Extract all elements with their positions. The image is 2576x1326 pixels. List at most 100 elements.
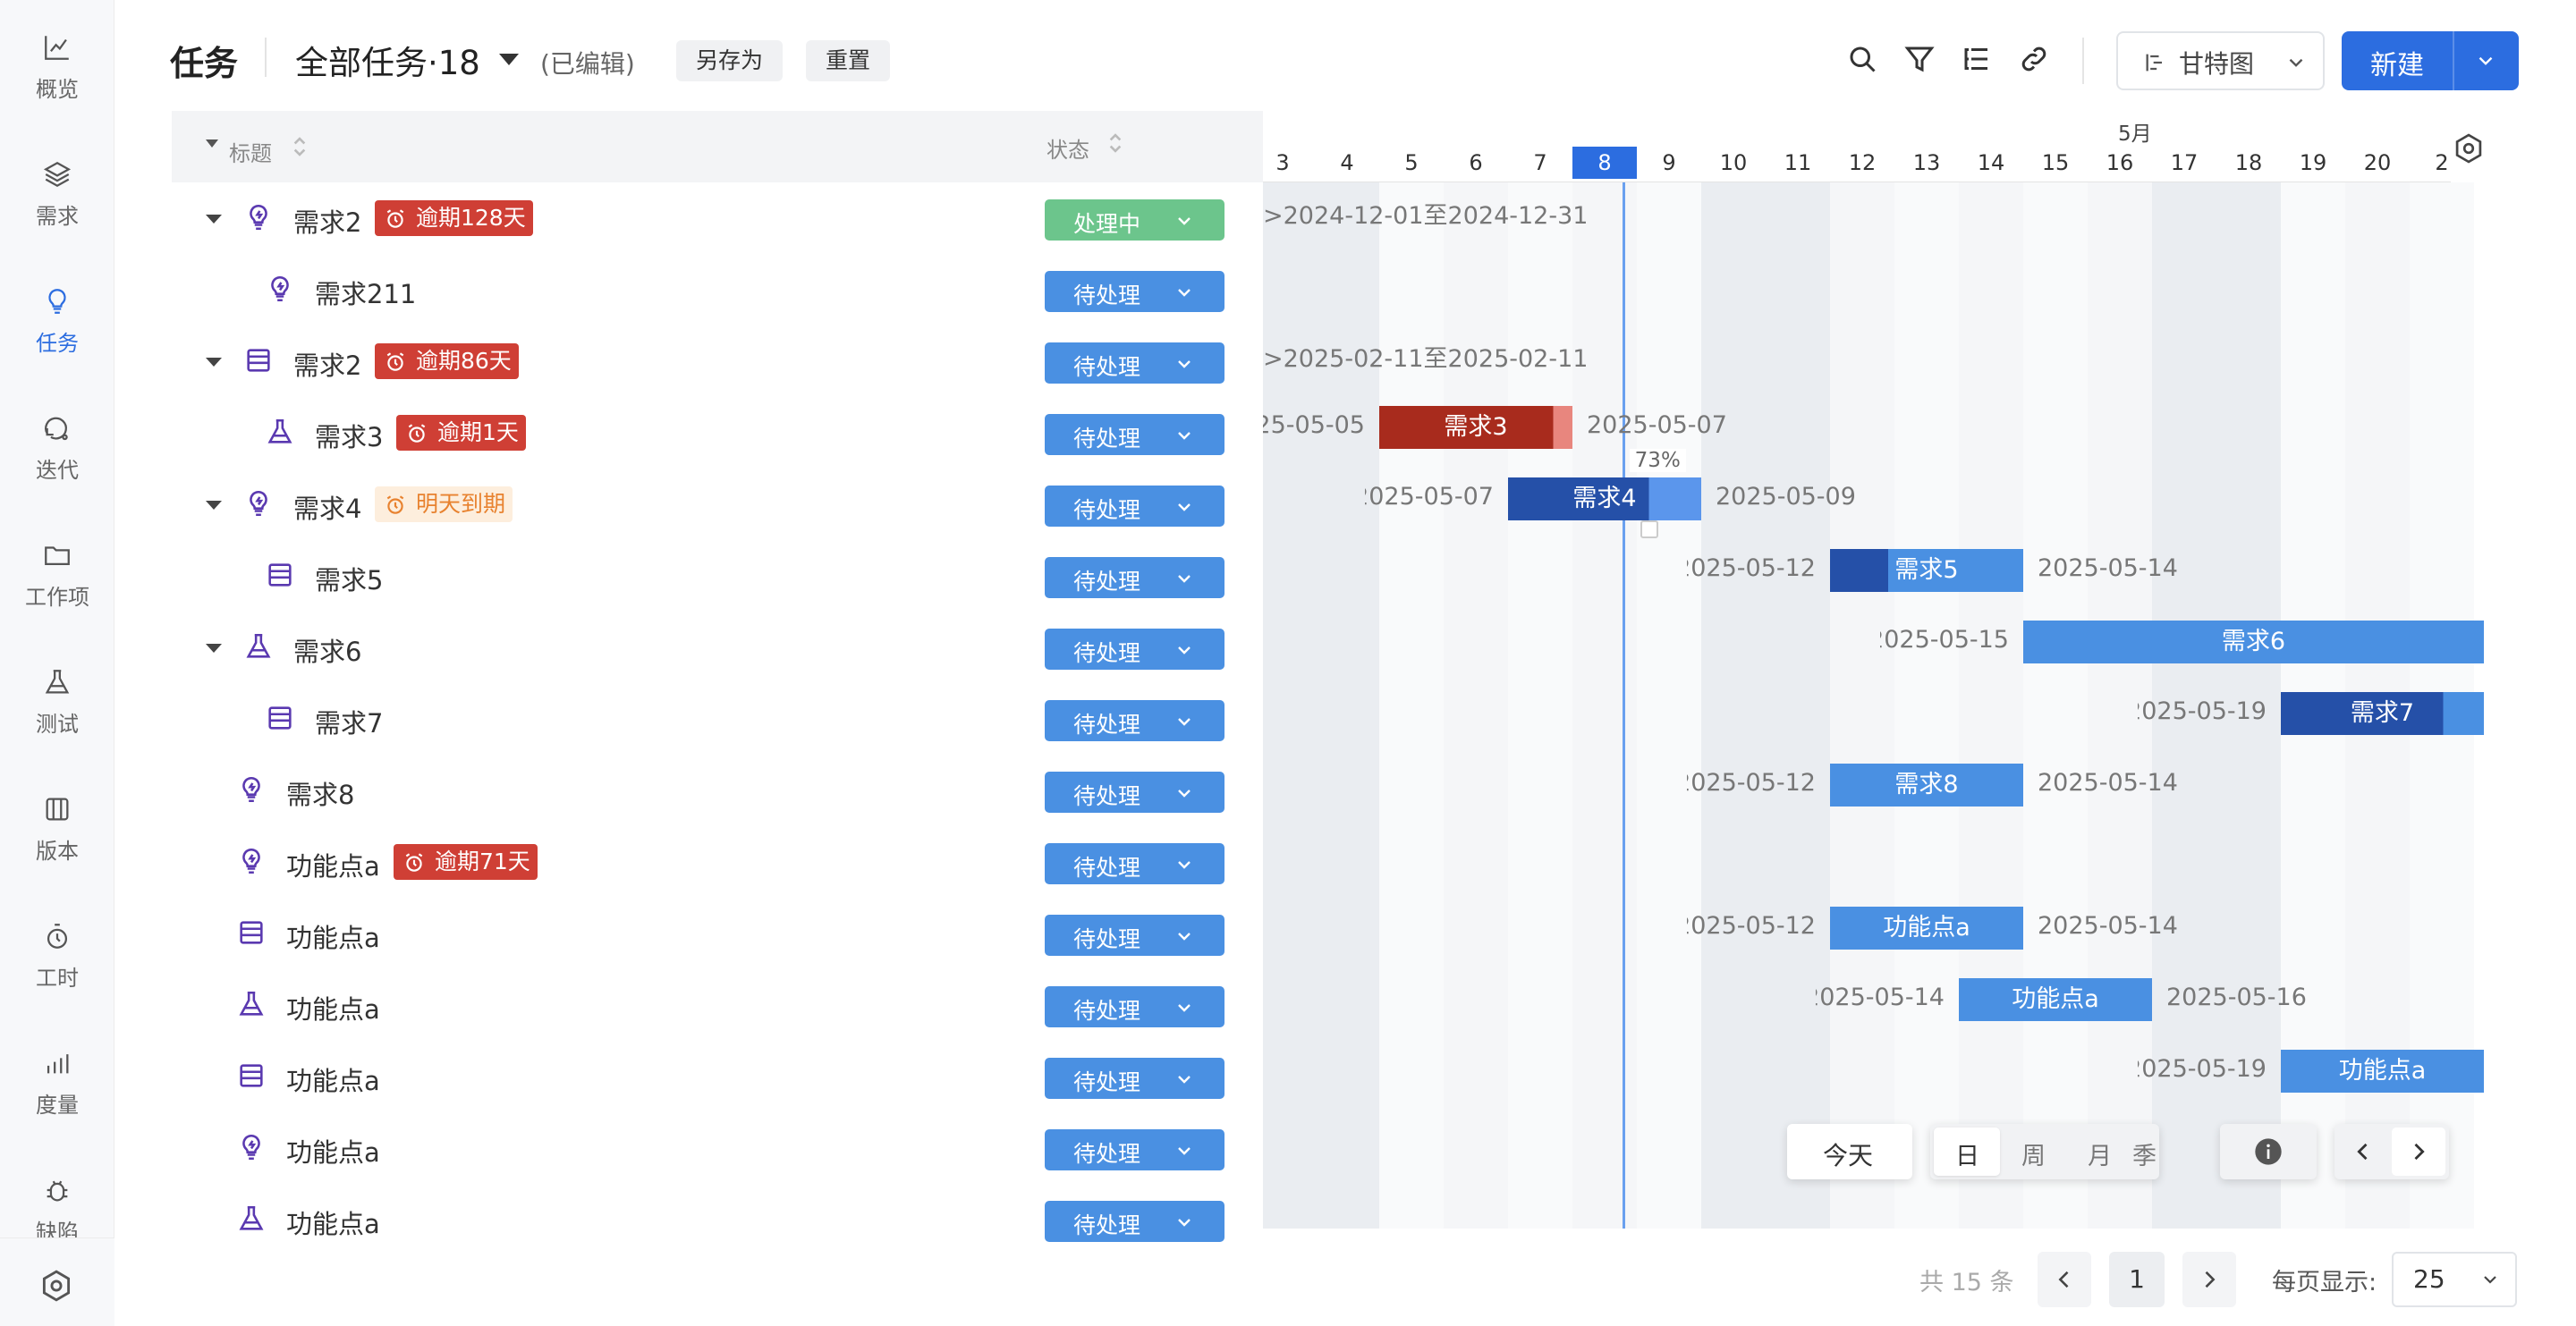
gantt-bar[interactable]: 功能点a	[1830, 907, 2023, 950]
status-dropdown[interactable]: 待处理	[1045, 986, 1224, 1027]
sidebar-item-metrics[interactable]: 度量	[0, 1048, 114, 1155]
status-dropdown[interactable]: 待处理	[1045, 1201, 1224, 1242]
sidebar-item-workitems[interactable]: 工作项	[0, 540, 114, 647]
scale-quarter[interactable]: 季	[2132, 1136, 2157, 1171]
expand-caret-icon[interactable]	[206, 358, 222, 367]
scale-month[interactable]: 月	[2088, 1136, 2112, 1171]
table-row[interactable]: 需求2 逾期86天 待处理	[172, 325, 1263, 397]
expand-caret-icon[interactable]	[206, 644, 222, 653]
sidebar-item-worktime[interactable]: 工时	[0, 921, 114, 1028]
table-row[interactable]: 需求211 待处理	[172, 254, 1263, 325]
prev-page-button[interactable]	[2038, 1252, 2091, 1307]
per-page-select[interactable]: 25	[2392, 1252, 2517, 1307]
progress-drag-handle[interactable]	[1640, 520, 1658, 538]
chevron-left-icon[interactable]	[2351, 1139, 2376, 1164]
status-dropdown[interactable]: 待处理	[1045, 486, 1224, 527]
table-row[interactable]: 需求4 明天到期 待处理	[172, 469, 1263, 540]
table-row[interactable]: 功能点a 待处理	[172, 898, 1263, 969]
table-row[interactable]: 需求5 待处理	[172, 540, 1263, 612]
sidebar-item-overview[interactable]: 概览	[0, 32, 114, 139]
task-title[interactable]: 功能点a	[286, 1060, 380, 1098]
task-title[interactable]: 功能点a	[286, 989, 380, 1026]
sidebar-item-version[interactable]: 版本	[0, 794, 114, 901]
task-title[interactable]: 需求3	[315, 417, 383, 454]
table-row[interactable]: 功能点a 待处理	[172, 1041, 1263, 1112]
hex-gear-icon[interactable]	[39, 1269, 73, 1303]
sidebar-item-tasks[interactable]: 任务	[0, 286, 114, 393]
table-row[interactable]: 功能点a 待处理	[172, 1184, 1263, 1255]
sort-icon[interactable]	[290, 132, 309, 161]
chevron-down-icon[interactable]	[2474, 49, 2497, 72]
info-button[interactable]	[2220, 1124, 2317, 1179]
gantt-range-text[interactable]: >2024-12-01至2024-12-31	[1263, 196, 1588, 231]
task-title[interactable]: 需求211	[315, 274, 416, 311]
table-row[interactable]: 需求2 逾期128天 处理中	[172, 182, 1263, 254]
sidebar-item-iteration[interactable]: 迭代	[0, 413, 114, 520]
status-dropdown[interactable]: 待处理	[1045, 414, 1224, 455]
gantt-bar[interactable]: 需求7	[2281, 692, 2484, 735]
status-dropdown[interactable]: 待处理	[1045, 557, 1224, 598]
gantt-range-text[interactable]: >2025-02-11至2025-02-11	[1263, 339, 1588, 374]
save-as-button[interactable]: 另存为	[676, 40, 784, 81]
task-title[interactable]: 功能点a	[286, 1204, 380, 1241]
view-select[interactable]: 甘特图	[2116, 31, 2325, 90]
gantt-bar[interactable]: 需求4	[1508, 477, 1701, 520]
column-header-title[interactable]: 标题	[229, 136, 272, 167]
status-dropdown[interactable]: 待处理	[1045, 629, 1224, 670]
status-dropdown[interactable]: 待处理	[1045, 1058, 1224, 1099]
table-row[interactable]: 功能点a 待处理	[172, 969, 1263, 1041]
expand-caret-icon[interactable]	[206, 501, 222, 510]
filter-name[interactable]: 全部任务·18	[295, 36, 480, 84]
status-dropdown[interactable]: 待处理	[1045, 843, 1224, 884]
table-row[interactable]: 需求8 待处理	[172, 755, 1263, 826]
gantt-bar[interactable]: 需求3	[1379, 406, 1572, 449]
expand-caret-icon[interactable]	[206, 215, 222, 224]
list-settings-icon[interactable]	[1961, 43, 1993, 75]
sort-icon[interactable]	[1106, 129, 1125, 157]
sidebar-item-testing[interactable]: 测试	[0, 667, 114, 774]
sidebar-item-defects[interactable]: 缺陷	[0, 1175, 114, 1246]
status-dropdown[interactable]: 待处理	[1045, 700, 1224, 741]
new-button[interactable]: 新建	[2342, 31, 2519, 90]
task-title[interactable]: 需求8	[286, 774, 354, 812]
status-dropdown[interactable]: 待处理	[1045, 915, 1224, 956]
caret-down-icon[interactable]	[206, 139, 218, 148]
table-row[interactable]: 需求7 待处理	[172, 683, 1263, 755]
status-dropdown[interactable]: 处理中	[1045, 199, 1224, 241]
scale-day[interactable]: 日	[1955, 1136, 1979, 1171]
link-icon[interactable]	[2018, 43, 2050, 75]
search-icon[interactable]	[1846, 43, 1878, 75]
task-title[interactable]: 需求2	[293, 202, 361, 240]
scale-week[interactable]: 周	[2021, 1136, 2046, 1171]
chevron-right-icon[interactable]	[2406, 1139, 2431, 1164]
gantt-bar[interactable]: 功能点a	[2281, 1050, 2484, 1093]
task-title[interactable]: 需求4	[293, 488, 361, 526]
caret-down-icon[interactable]	[499, 54, 519, 65]
gantt-bar[interactable]: 功能点a	[1959, 978, 2152, 1021]
filter-icon[interactable]	[1903, 43, 1936, 75]
status-dropdown[interactable]: 待处理	[1045, 772, 1224, 813]
gantt-bar[interactable]: 需求6	[2023, 621, 2484, 663]
page-number-button[interactable]: 1	[2109, 1252, 2165, 1307]
status-dropdown[interactable]: 待处理	[1045, 1129, 1224, 1170]
reset-button[interactable]: 重置	[806, 40, 891, 81]
task-title[interactable]: 需求2	[293, 345, 361, 383]
task-title[interactable]: 功能点a	[286, 846, 380, 883]
status-dropdown[interactable]: 待处理	[1045, 342, 1224, 384]
table-row[interactable]: 功能点a 逾期71天 待处理	[172, 826, 1263, 898]
gantt-settings-icon[interactable]	[2453, 132, 2485, 165]
sidebar-item-requirements[interactable]: 需求	[0, 159, 114, 266]
table-row[interactable]: 需求6 待处理	[172, 612, 1263, 683]
status-dropdown[interactable]: 待处理	[1045, 271, 1224, 312]
today-button[interactable]: 今天	[1787, 1124, 1912, 1179]
gantt-bar[interactable]: 需求8	[1830, 764, 2023, 807]
task-title[interactable]: 功能点a	[286, 1132, 380, 1170]
task-title[interactable]: 需求5	[315, 560, 383, 597]
task-title[interactable]: 功能点a	[286, 917, 380, 955]
table-row[interactable]: 需求3 逾期1天 待处理	[172, 397, 1263, 469]
task-title[interactable]: 需求7	[315, 703, 383, 740]
next-page-button[interactable]	[2182, 1252, 2236, 1307]
task-title[interactable]: 需求6	[293, 631, 361, 669]
table-row[interactable]: 功能点a 待处理	[172, 1112, 1263, 1184]
column-header-status[interactable]: 状态	[1046, 132, 1089, 164]
